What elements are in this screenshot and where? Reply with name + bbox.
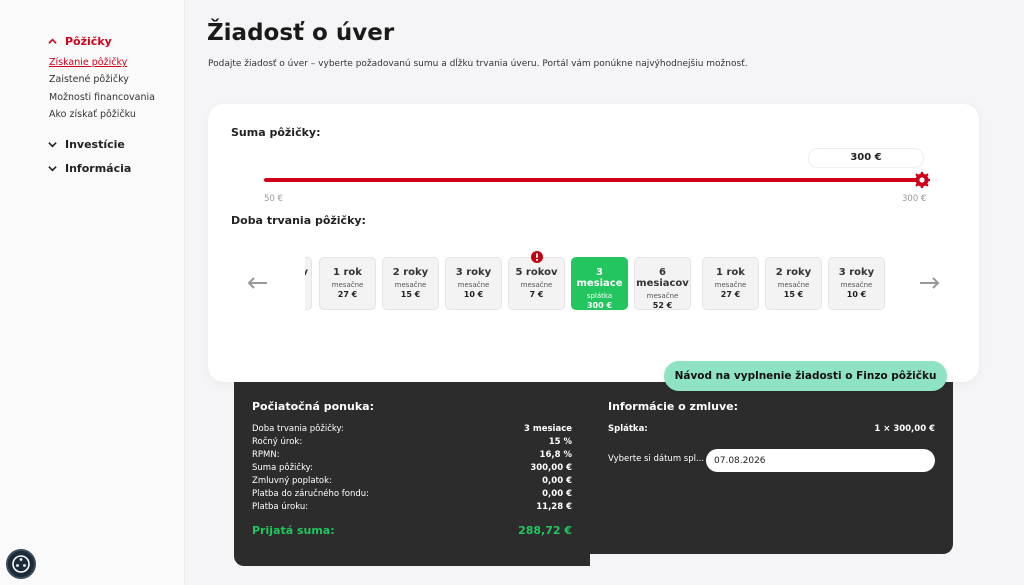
accessibility-icon [12, 555, 30, 573]
duration-option-title: 2 roky [392, 267, 429, 278]
page-description: Podajte žiadosť o úver – vyberte požadov… [208, 59, 748, 69]
duration-option[interactable]: 2 roky mesačne 15 € [382, 257, 439, 310]
duration-option-title: 5 rokov [515, 267, 558, 278]
contract-info-title: Informácie o zmluve: [608, 400, 739, 413]
duration-option-value: 10 € [846, 290, 867, 299]
duration-option-title: 6 mesiacov [636, 267, 689, 289]
chevron-up-icon [48, 38, 57, 44]
chevron-down-icon [48, 142, 57, 148]
received-amount-value: 288,72 € [518, 524, 572, 537]
duration-option-sub: mesačne [394, 281, 427, 289]
accessibility-button[interactable] [6, 549, 36, 579]
duration-option[interactable]: 6 mesiacov mesačne 52 € [634, 257, 691, 310]
amount-slider-thumb[interactable] [914, 172, 930, 188]
received-amount-label: Prijatá suma: [252, 524, 335, 537]
installment-label: Splátka: [608, 424, 648, 434]
sidebar-item-get-loan[interactable]: Získanie pôžičky [49, 57, 127, 68]
duration-option-partial[interactable]: v [305, 257, 312, 310]
guide-button[interactable]: Návod na vyplnenie žiadosti o Finzo pôži… [664, 361, 947, 391]
duration-option-sub: splátka [586, 292, 613, 300]
amount-label: Suma pôžičky: [231, 126, 321, 139]
duration-option-sub: mesačne [714, 281, 747, 289]
offer-row-label: Suma pôžičky: [252, 463, 313, 473]
initial-offer-title: Počiatočná ponuka: [252, 400, 374, 413]
duration-option-value: 7 € [529, 290, 544, 299]
duration-option-title: 3 roky [455, 267, 492, 278]
nav-group-label: Informácia [65, 162, 132, 175]
offer-row-label: Platba do záručného fondu: [252, 489, 369, 499]
offer-row-value: 0,00 € [542, 476, 572, 486]
nav-group-information[interactable]: Informácia [48, 162, 131, 175]
duration-option-title: 1 rok [716, 267, 745, 278]
offer-row-label: Ročný úrok: [252, 437, 303, 447]
chevron-down-icon [48, 166, 57, 172]
duration-option-title: 3 mesiace [576, 267, 623, 289]
duration-option-title: v [305, 267, 311, 278]
duration-option-sub: mesačne [840, 281, 873, 289]
nav-group-label: Investície [65, 138, 125, 151]
duration-option-sub: mesačne [646, 292, 679, 300]
duration-option-sub: mesačne [457, 281, 490, 289]
duration-option-value: 300 € [586, 301, 613, 310]
duration-option[interactable]: 1 rok mesačne 27 € [319, 257, 376, 310]
duration-option-title: 1 rok [333, 267, 362, 278]
offer-row-label: Platba úroku: [252, 502, 309, 512]
duration-option-value: 27 € [720, 290, 741, 299]
offer-row-label: Doba trvania pôžičky: [252, 424, 344, 434]
nav-group-loans[interactable]: Pôžičky [48, 35, 112, 48]
duration-option[interactable]: 1 rok mesačne 27 € [702, 257, 759, 310]
repayment-date-input[interactable] [706, 449, 935, 472]
amount-slider-track[interactable] [264, 178, 924, 182]
duration-option-value: 52 € [652, 301, 673, 310]
sidebar-item-secured-loans[interactable]: Zaistené pôžičky [49, 74, 129, 85]
offer-summary-panel-extension [234, 540, 590, 566]
duration-option[interactable]: 3 roky mesačne 10 € [445, 257, 502, 310]
slider-min-label: 50 € [264, 194, 283, 204]
duration-option[interactable]: 5 rokov mesačne 7 € [508, 257, 565, 310]
offer-row-label: RPMN: [252, 450, 280, 460]
page-title: Žiadosť o úver [207, 20, 395, 46]
installment-value: 1 × 300,00 € [874, 424, 935, 434]
date-picker-label: Vyberte si dátum spl... [608, 454, 705, 464]
arrow-right-icon[interactable] [919, 276, 941, 290]
sidebar: Pôžičky Získanie pôžičky Zaistené pôžičk… [0, 0, 185, 585]
duration-option-value: 27 € [337, 290, 358, 299]
duration-option-selected[interactable]: 3 mesiace splátka 300 € [571, 257, 628, 310]
nav-group-investments[interactable]: Investície [48, 138, 125, 151]
loan-form-card: Suma pôžičky: 300 € 50 € 300 € Doba trva… [208, 104, 979, 382]
offer-row-value: 16,8 % [539, 450, 572, 460]
offer-row-value: 3 mesiace [523, 424, 572, 434]
duration-option-sub: mesačne [777, 281, 810, 289]
offer-row-value: 300,00 € [530, 463, 572, 473]
duration-option-value: 15 € [783, 290, 804, 299]
arrow-left-icon[interactable] [246, 276, 268, 290]
duration-option-value: 15 € [400, 290, 421, 299]
offer-row-label: Zmluvný poplatok: [252, 476, 332, 486]
duration-options-carousel: v 1 rok mesačne 27 € 2 roky mesačne 15 €… [305, 256, 885, 312]
slider-max-label: 300 € [902, 194, 927, 204]
offer-row-value: 15 % [548, 437, 572, 447]
duration-option[interactable]: 3 roky mesačne 10 € [828, 257, 885, 310]
sidebar-item-financing-options[interactable]: Možnosti financovania [49, 92, 155, 103]
nav-group-label: Pôžičky [65, 35, 112, 48]
duration-option-title: 2 roky [775, 267, 812, 278]
duration-option-sub: mesačne [331, 281, 364, 289]
warning-icon [531, 251, 543, 263]
duration-label: Doba trvania pôžičky: [231, 214, 366, 227]
duration-option-title: 3 roky [838, 267, 875, 278]
duration-option-value: 10 € [463, 290, 484, 299]
duration-option-sub: mesačne [520, 281, 553, 289]
offer-row-value: 11,28 € [536, 502, 572, 512]
duration-option[interactable]: 2 roky mesačne 15 € [765, 257, 822, 310]
offer-row-value: 0,00 € [542, 489, 572, 499]
amount-value-display[interactable]: 300 € [808, 148, 924, 168]
sidebar-item-how-to-get-loan[interactable]: Ako získať pôžičku [49, 109, 136, 120]
